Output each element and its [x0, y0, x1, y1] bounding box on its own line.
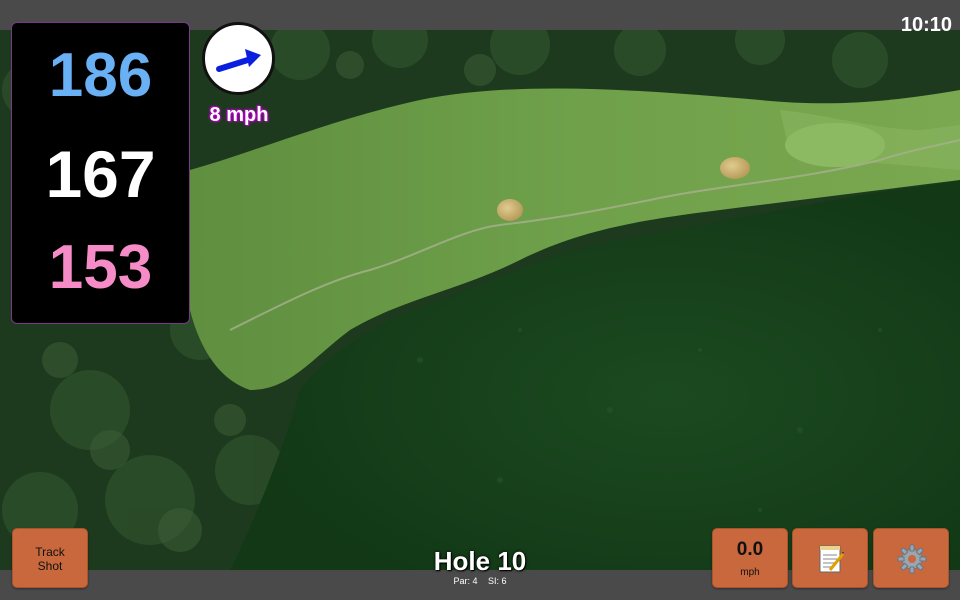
wind-dial: [202, 22, 275, 95]
speed-button[interactable]: 0.0 mph: [712, 528, 788, 588]
green: [785, 123, 885, 167]
scorecard-button[interactable]: [792, 528, 868, 588]
clock: 10:10: [900, 14, 952, 36]
distance-back: 186: [48, 41, 153, 110]
hole-par: Par: 4: [453, 576, 478, 586]
gear-icon: [897, 544, 927, 574]
settings-button[interactable]: [873, 528, 949, 588]
track-shot-label: Track Shot: [35, 545, 65, 573]
hole-si: SI: 6: [488, 576, 507, 586]
wind-speed: 8 mph: [209, 104, 269, 126]
hole-title: Hole 10: [433, 546, 527, 576]
hole-meta: Par: 4 SI: 6: [380, 576, 580, 586]
bunker: [497, 199, 523, 221]
bunker: [720, 157, 750, 179]
distance-panel: 186 167 153: [11, 22, 190, 324]
track-shot-button[interactable]: Track Shot: [12, 528, 88, 588]
gps-screen: 10:10 186 167 153 8 mph Track Shot Hole …: [0, 0, 960, 600]
speed-value: 0.0: [736, 539, 764, 560]
speed-unit: mph: [740, 567, 760, 578]
arrow-up-right-icon: [216, 49, 261, 72]
notepad-icon: [819, 545, 845, 573]
distance-middle: 167: [45, 137, 156, 211]
distance-front: 153: [48, 233, 153, 302]
